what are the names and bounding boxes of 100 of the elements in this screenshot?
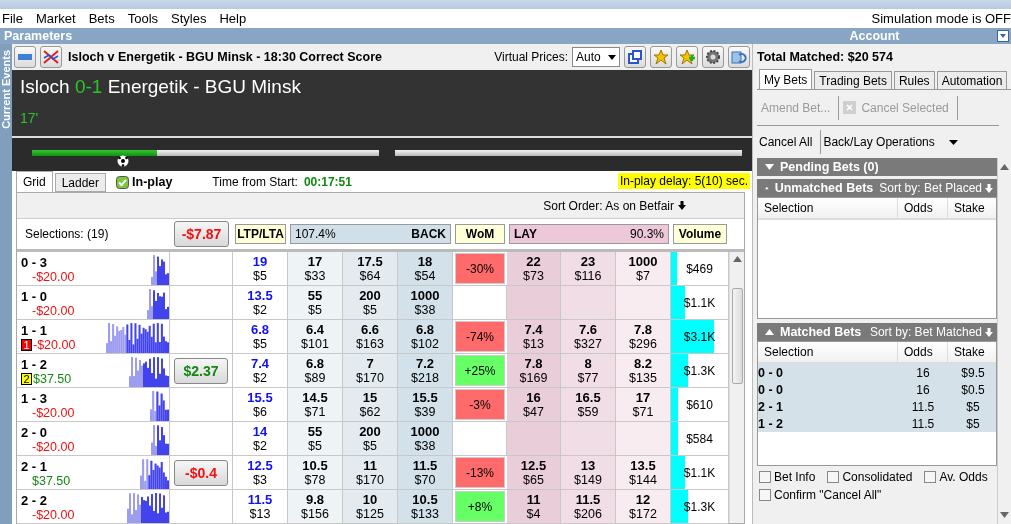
collapse-button[interactable] xyxy=(14,46,36,68)
histogram-drawing xyxy=(151,253,169,285)
lay-price-cell[interactable]: 11.5 $206 xyxy=(561,490,616,523)
scrollbar[interactable] xyxy=(729,252,744,523)
back-price-cell[interactable]: 17.5 $64 xyxy=(343,252,398,285)
sort-order[interactable]: Sort Order: As on Betfair xyxy=(543,198,674,213)
back-lay-menu[interactable]: Back/Lay Operations xyxy=(821,130,966,154)
lay-price-cell[interactable]: 12 $172 xyxy=(616,490,671,523)
selection-name: 1 - 2 xyxy=(21,357,48,372)
profit-loss-button[interactable]: -$7.87 xyxy=(174,221,229,247)
section-header[interactable]: Pending Bets (0) xyxy=(757,158,997,176)
menu-item[interactable]: File xyxy=(2,11,32,26)
scroll-thumb[interactable] xyxy=(731,288,743,384)
scroll-down-icon[interactable] xyxy=(1000,512,1009,518)
bets-tab[interactable]: Rules xyxy=(893,71,935,89)
hedge-button[interactable]: $2.37 xyxy=(174,357,228,384)
back-price-cell[interactable]: 6.6 $163 xyxy=(343,320,398,353)
lay-price-cell[interactable]: 7.4 $13 xyxy=(507,320,561,353)
back-price-cell[interactable]: 10 $125 xyxy=(343,490,398,523)
lay-price-cell[interactable]: 13.5 $144 xyxy=(616,456,671,489)
back-price-cell[interactable]: 15.5 $39 xyxy=(398,388,453,421)
option-checkbox[interactable]: Consolidated xyxy=(827,470,913,484)
down-triangle-icon[interactable] xyxy=(765,164,774,170)
lay-price-cell[interactable]: 7.6 $327 xyxy=(561,320,616,353)
virtual-prices-select[interactable]: Auto xyxy=(572,47,620,67)
menu-item[interactable]: Market xyxy=(35,11,85,26)
menu-item[interactable]: Help xyxy=(219,11,256,26)
back-price-cell[interactable]: 11 $170 xyxy=(343,456,398,489)
bets-tab[interactable]: Automation xyxy=(936,71,1008,89)
pin-icon[interactable] xyxy=(997,30,1009,42)
option-checkbox[interactable]: Confirm "Cancel All" xyxy=(759,488,882,502)
back-price-cell[interactable]: 17 $33 xyxy=(288,252,343,285)
back-price-cell[interactable]: 200 $5 xyxy=(343,422,398,455)
back-price-cell[interactable]: 1000 $38 xyxy=(398,286,453,319)
option-checkbox[interactable]: Bet Info xyxy=(759,470,816,484)
hedge-button[interactable]: -$0.4 xyxy=(174,459,228,486)
sort-label[interactable]: Sort by: Bet Matched xyxy=(869,325,982,339)
bets-tab[interactable]: My Bets xyxy=(759,69,813,89)
sort-label[interactable]: Sort by: Bet Placed xyxy=(879,181,982,195)
menu-item[interactable]: Tools xyxy=(127,11,168,26)
lay-price-cell[interactable]: 12.5 $65 xyxy=(507,456,561,489)
panel-title: Parameters xyxy=(3,29,74,43)
star-button[interactable] xyxy=(650,46,672,68)
bets-tab[interactable]: Trading Bets xyxy=(814,71,892,89)
bet-stake: $5 xyxy=(965,416,981,431)
lay-price-cell[interactable]: 22 $73 xyxy=(507,252,561,285)
lay-price-cell[interactable]: 23 $116 xyxy=(561,252,616,285)
chart-button[interactable] xyxy=(40,46,62,68)
settings-button[interactable] xyxy=(702,46,724,68)
back-price-cell[interactable]: 200 $5 xyxy=(343,286,398,319)
order-badge: 1 xyxy=(21,339,32,351)
back-header: 107.4% BACK xyxy=(290,224,451,244)
section-header[interactable]: Unmatched Bets Sort by: Bet Placed xyxy=(757,179,997,197)
scrollbar[interactable] xyxy=(997,158,1011,524)
back-price-cell[interactable]: 18 $54 xyxy=(398,252,453,285)
bet-odds: 16 xyxy=(915,365,931,380)
windows-button[interactable] xyxy=(624,46,646,68)
option-checkbox[interactable]: Av. Odds xyxy=(924,470,988,484)
back-price-cell[interactable]: 55 $5 xyxy=(288,286,343,319)
back-price-cell[interactable]: 6.8 $89 xyxy=(288,354,343,387)
lay-price-cell[interactable]: 8 $77 xyxy=(561,354,616,387)
section-header[interactable]: Matched Bets Sort by: Bet Matched xyxy=(757,323,997,341)
back-price-cell[interactable]: 7.2 $218 xyxy=(398,354,453,387)
down-arrow-icon xyxy=(678,201,686,210)
lay-price-cell[interactable]: 7.8 $296 xyxy=(616,320,671,353)
back-price-cell[interactable]: 6.8 $102 xyxy=(398,320,453,353)
menu-item[interactable]: Bets xyxy=(88,11,124,26)
back-price-cell[interactable]: 14.5 $71 xyxy=(288,388,343,421)
column-header: Selection xyxy=(758,198,898,218)
scroll-up-icon[interactable] xyxy=(1000,164,1009,170)
view-tab[interactable]: Grid xyxy=(16,171,53,192)
lay-price-cell[interactable]: 11 $4 xyxy=(507,490,561,523)
scroll-up-icon[interactable] xyxy=(732,256,742,262)
lay-price-cell[interactable]: 16 $47 xyxy=(507,388,561,421)
back-price-cell[interactable]: 7 $170 xyxy=(343,354,398,387)
refresh-button[interactable] xyxy=(728,46,750,68)
back-price-cell[interactable]: 1000 $38 xyxy=(398,422,453,455)
back-price-cell[interactable]: 55 $5 xyxy=(288,422,343,455)
cancel-all-button[interactable]: Cancel All xyxy=(757,130,821,154)
up-triangle-icon[interactable] xyxy=(765,185,769,191)
bet-odds: 11.5 xyxy=(910,416,936,431)
lay-price-cell[interactable]: 16.5 $59 xyxy=(561,388,616,421)
lay-price-cell[interactable]: 1000 $7 xyxy=(616,252,671,285)
selection-name: 1 - 0 xyxy=(21,289,48,304)
back-price-cell[interactable]: 11.5 $70 xyxy=(398,456,453,489)
view-tab[interactable]: Ladder xyxy=(54,173,107,192)
menu-item[interactable]: Styles xyxy=(171,11,216,26)
back-price-cell[interactable]: 15 $62 xyxy=(343,388,398,421)
lay-price-cell[interactable]: 17 $71 xyxy=(616,388,671,421)
lay-price-cell[interactable]: 8.2 $135 xyxy=(616,354,671,387)
back-price-cell[interactable]: 6.4 $101 xyxy=(288,320,343,353)
lay-price-cell[interactable]: 7.8 $169 xyxy=(507,354,561,387)
elapsed-time: 00:17:51 xyxy=(303,175,352,189)
back-price-cell[interactable]: 9.8 $156 xyxy=(288,490,343,523)
back-price-cell[interactable]: 10.5 $78 xyxy=(288,456,343,489)
up-triangle-icon[interactable] xyxy=(765,329,774,335)
back-price-cell[interactable]: 10.5 $133 xyxy=(398,490,453,523)
selection-name: 1 - 3 xyxy=(21,391,48,406)
lay-price-cell[interactable]: 13 $149 xyxy=(561,456,616,489)
selection-name: 2 - 2 xyxy=(21,493,48,508)
